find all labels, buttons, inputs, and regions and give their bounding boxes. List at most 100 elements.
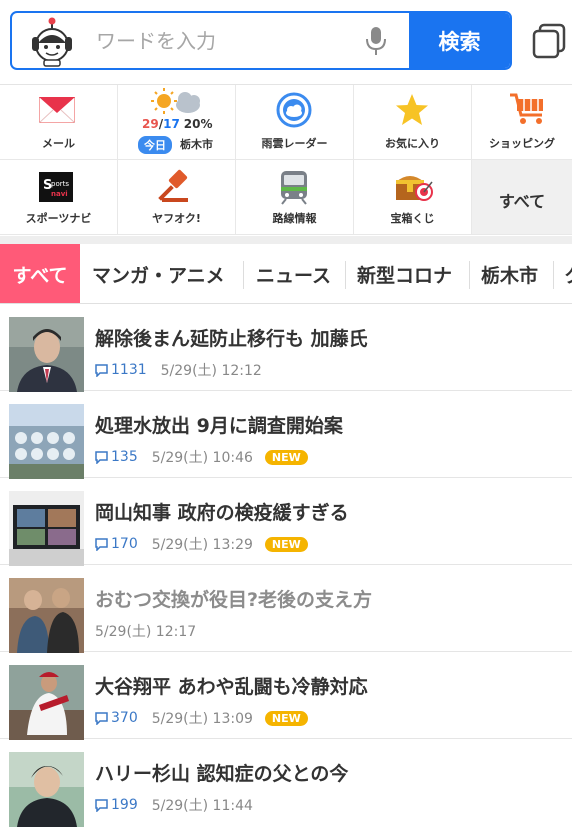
news-title: 解除後まん延防止移行も 加藤氏 [95,328,368,350]
tab-news[interactable]: ニュース [256,244,331,303]
news-item[interactable]: 大谷翔平 あわや乱闘も冷静対応 370 5/29(土) 13:09 NEW [0,652,572,740]
comment-count[interactable]: 370 [95,710,138,726]
yahoo-mascot-icon[interactable] [26,17,78,67]
comment-number: 370 [111,710,138,726]
new-badge: NEW [264,449,308,465]
comment-icon [95,363,108,377]
today-badge: 今日 [138,136,172,154]
service-label: 宝箱くじ [390,212,435,225]
new-badge: NEW [264,710,308,726]
tab-divider [243,261,244,289]
comment-icon [95,711,108,725]
service-mail[interactable]: メール [0,85,118,160]
news-title: 大谷翔平 あわや乱闘も冷静対応 [95,676,368,698]
comment-count[interactable]: 170 [95,536,138,552]
comment-icon [95,450,108,464]
more-label: すべて [498,192,546,211]
news-thumbnail [9,665,84,740]
service-favorites[interactable]: お気に入り [354,85,472,160]
weather-temperature: 29/17 20% [142,117,213,131]
comment-count[interactable]: 1131 [95,362,147,378]
weather-city: 栃木市 [180,138,213,151]
service-label: 雨雲レーダー [261,137,328,150]
news-meta: 199 5/29(土) 11:44 [95,795,253,815]
treasure-box-icon [396,176,433,201]
mail-icon [39,97,75,123]
search-input[interactable] [96,13,356,68]
temp-high: 29 [142,117,159,131]
auction-gavel-icon [158,169,188,202]
news-date: 5/29(土) 10:46 [151,450,253,466]
service-train-info[interactable]: 路線情報 [236,160,354,235]
precip-chance: 20% [183,117,213,131]
new-badge: NEW [264,536,308,552]
news-date: 5/29(土) 11:44 [151,798,253,814]
news-date: 5/29(土) 12:12 [160,363,262,379]
cart-icon [510,93,543,124]
news-item-read[interactable]: おむつ交換が役目?老後の支え方 5/29(土) 12:17 [0,565,572,653]
tab-divider [345,261,346,289]
news-item[interactable]: 処理水放出 9月に調査開始案 135 5/29(土) 10:46 NEW [0,391,572,479]
svg-text:navi: navi [51,190,68,198]
service-shopping[interactable]: ショッピング [472,85,572,160]
search-header: 検索 [0,0,572,84]
tabs-icon[interactable] [531,22,567,60]
news-thumbnail [9,404,84,479]
search-button[interactable]: 検索 [409,13,510,68]
news-meta: 135 5/29(土) 10:46 NEW [95,447,308,467]
comment-icon [95,798,108,812]
service-label: メール [42,137,75,150]
sun-cloud-icon [151,88,200,114]
temp-low: 17 [163,117,180,131]
star-icon [396,94,428,125]
section-divider [0,236,572,244]
comment-count[interactable]: 135 [95,449,138,465]
news-meta: 170 5/29(土) 13:29 NEW [95,534,308,554]
comment-number: 170 [111,536,138,552]
news-item[interactable]: 解除後まん延防止移行も 加藤氏 1131 5/29(土) 12:12 [0,304,572,392]
comment-number: 199 [111,797,138,813]
news-title: おむつ交換が役目?老後の支え方 [95,589,373,611]
sportsnavi-icon: S ports navi [39,172,73,202]
news-date: 5/29(土) 13:09 [151,711,253,727]
tab-tochigi[interactable]: 栃木市 [481,244,538,303]
tab-divider [553,261,554,289]
service-label: スポーツナビ [25,212,92,225]
service-sportsnavi[interactable]: S ports navi スポーツナビ [0,160,118,235]
search-box[interactable]: 検索 [10,11,512,70]
service-treasure-lottery[interactable]: 宝箱くじ [354,160,472,235]
news-thumbnail [9,317,84,392]
news-date: 5/29(土) 13:29 [151,537,253,553]
service-auction[interactable]: ヤフオク! [118,160,236,235]
comment-count[interactable]: 199 [95,797,138,813]
service-label: ヤフオク! [152,212,201,225]
train-icon [281,171,307,205]
comment-number: 1131 [111,362,147,378]
weather-widget[interactable]: 29/17 20% 今日 栃木市 [118,85,236,160]
comment-number: 135 [111,449,138,465]
news-thumbnail [9,491,84,566]
service-label: 路線情報 [272,212,317,225]
service-label: お気に入り [385,137,440,150]
services-more-button[interactable]: すべて [472,160,572,235]
rain-radar-icon [276,92,312,128]
tab-manga-anime[interactable]: マンガ・アニメ [92,244,225,303]
category-tab-bar: すべて マンガ・アニメ ニュース 新型コロナ 栃木市 ク [0,244,572,304]
news-thumbnail [9,578,84,653]
news-title: ハリー杉山 認知症の父との今 [95,763,349,785]
tab-divider [469,261,470,289]
news-date: 5/29(土) 12:17 [95,624,197,640]
news-thumbnail [9,752,84,827]
news-item[interactable]: ハリー杉山 認知症の父との今 199 5/29(土) 11:44 [0,739,572,827]
service-label: ショッピング [489,137,555,150]
news-title: 処理水放出 9月に調査開始案 [95,415,343,437]
tab-next[interactable]: ク [564,244,572,303]
svg-text:ports: ports [51,180,69,188]
news-item[interactable]: 岡山知事 政府の検疫緩すぎる 170 5/29(土) 13:29 NEW [0,478,572,566]
microphone-icon[interactable] [364,25,388,57]
service-rain-radar[interactable]: 雨雲レーダー [236,85,354,160]
news-meta: 5/29(土) 12:17 [95,621,196,641]
news-title: 岡山知事 政府の検疫緩すぎる [95,502,349,524]
tab-all[interactable]: すべて [0,244,80,303]
tab-covid[interactable]: 新型コロナ [357,244,452,303]
